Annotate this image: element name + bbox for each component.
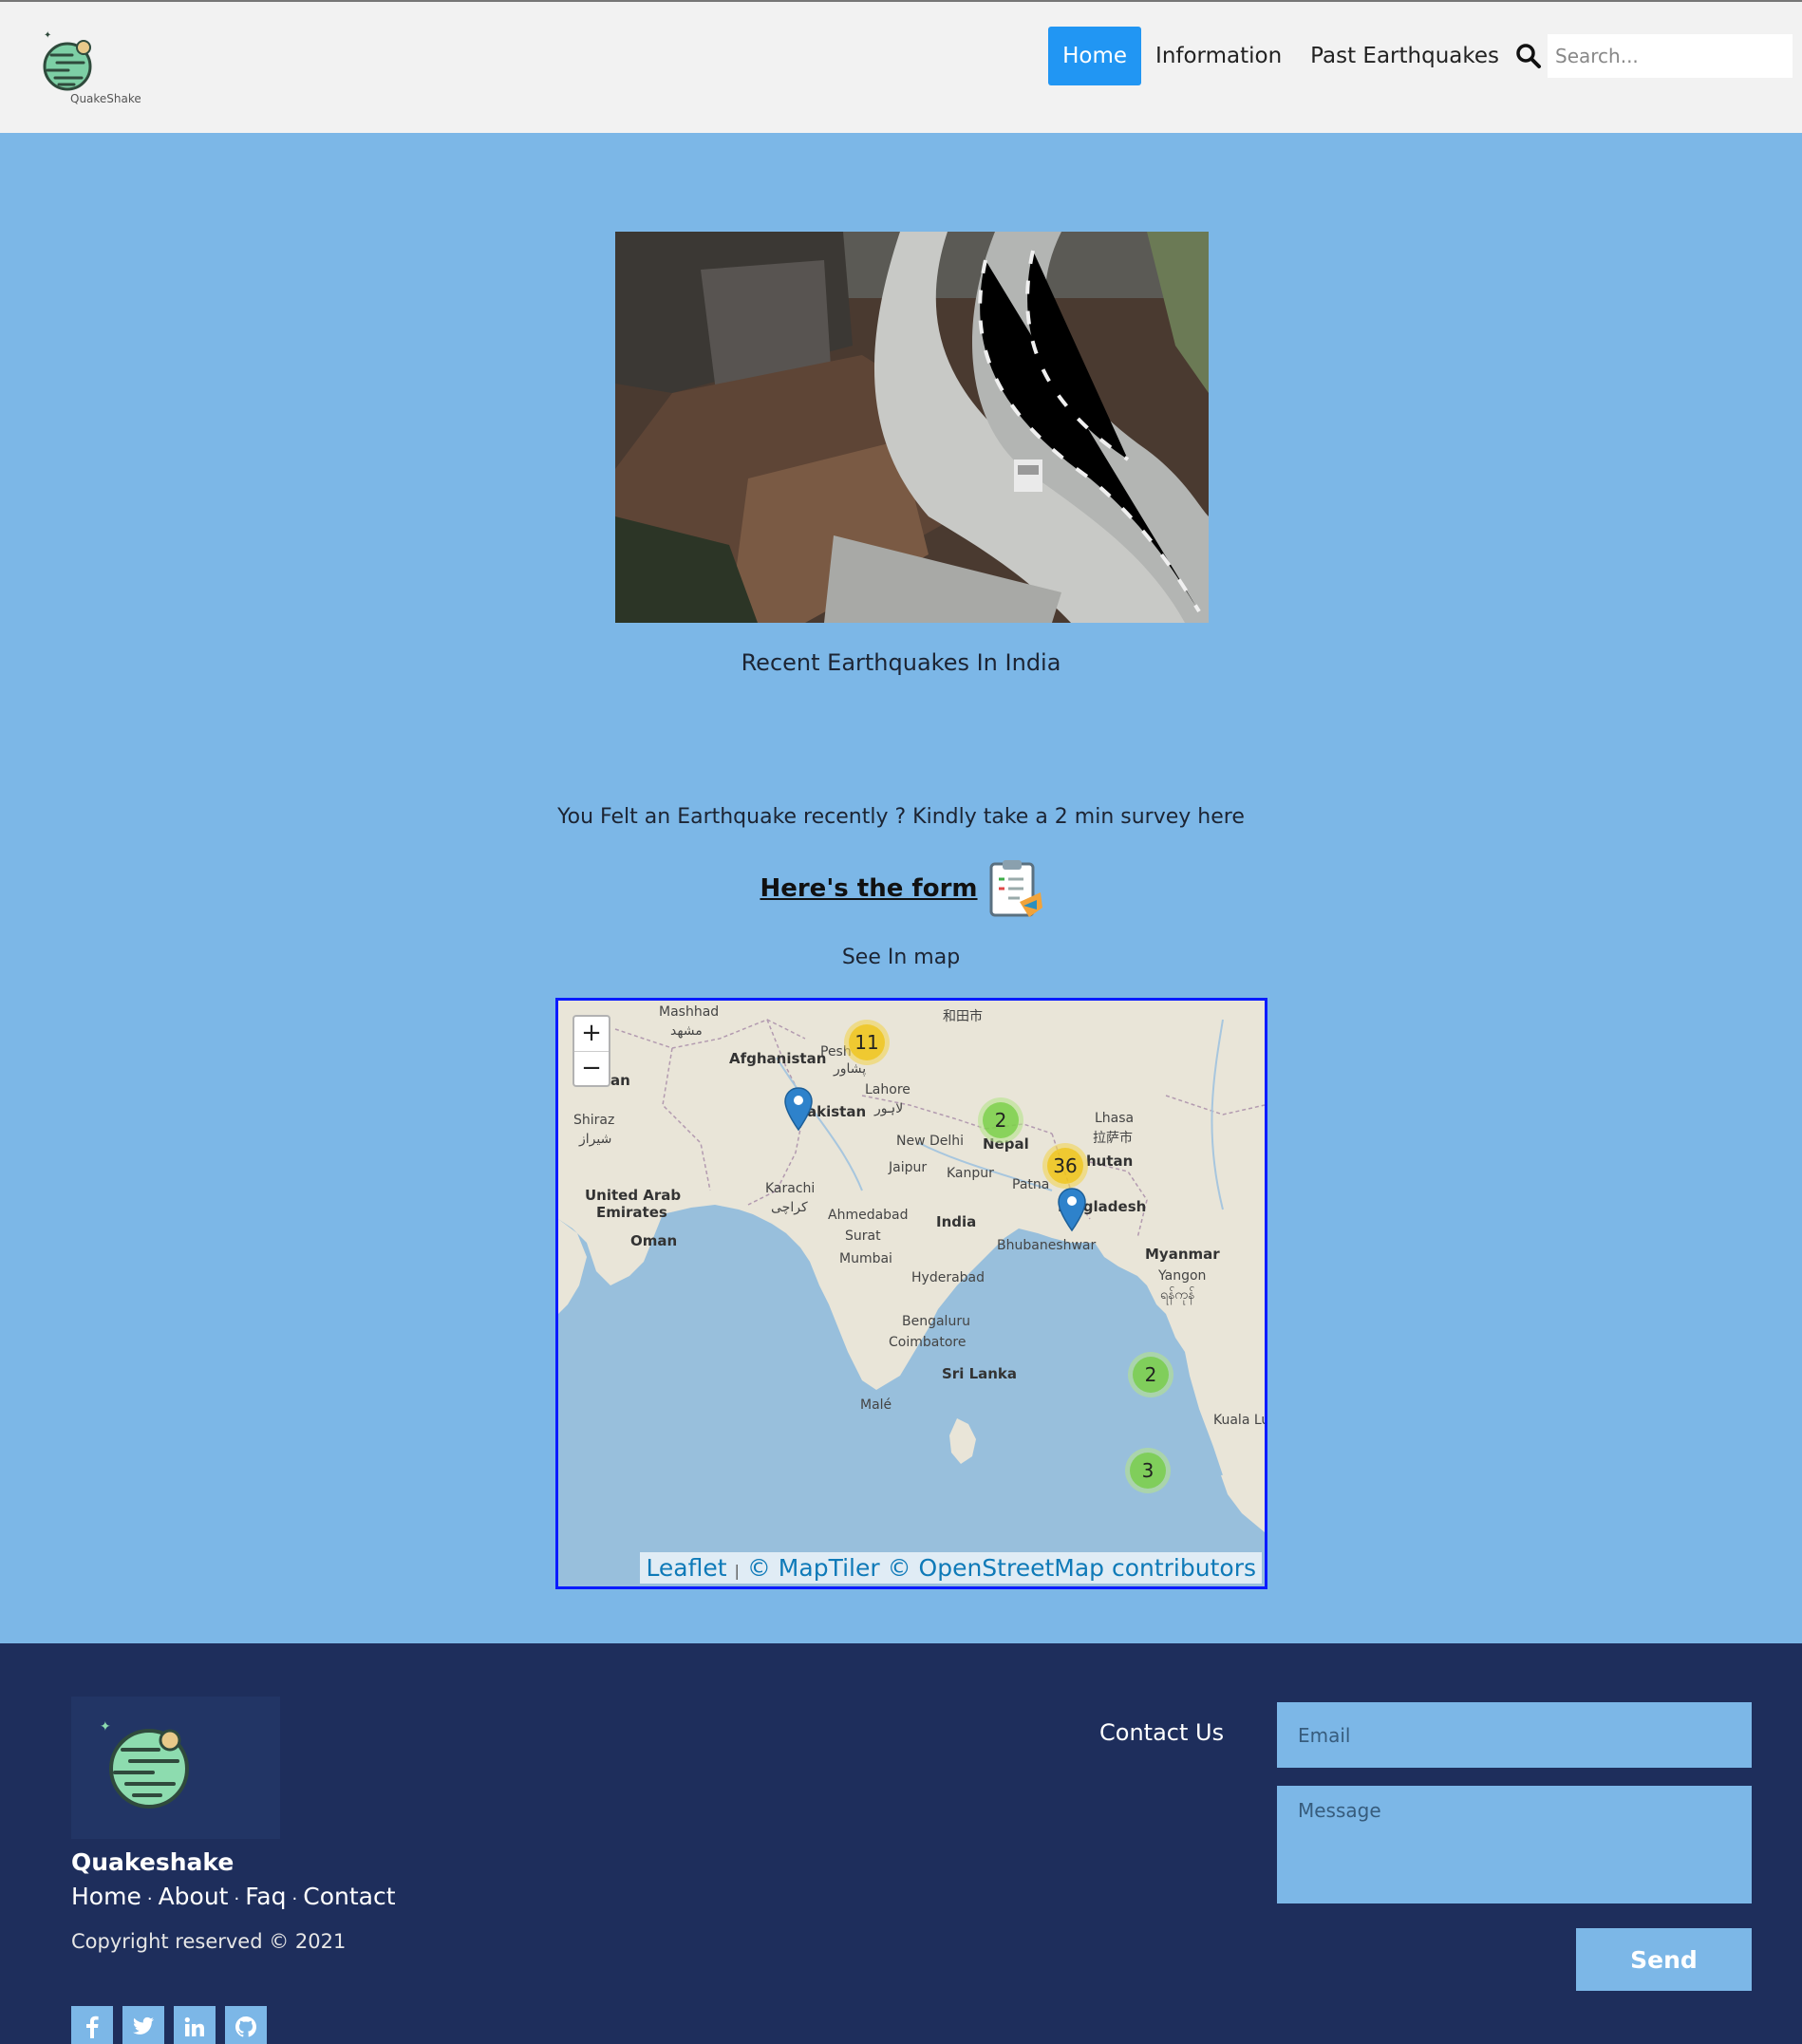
map-label: Lhasa [1095,1111,1135,1126]
map-label: Karachi [765,1181,816,1196]
map-label: Bhubaneshwar [997,1238,1097,1253]
survey-form-link[interactable]: Here's the form [760,874,977,903]
map-label: New Delhi [896,1134,965,1149]
zoom-control: + − [573,1015,610,1087]
quakeshake-logo[interactable]: ✦ QuakeShake [36,25,141,112]
map-label: Mashhad [659,1004,720,1020]
linkedin-icon[interactable] [174,2006,216,2044]
earthquake-map[interactable]: + − Mashhad مشهد 和田市 Afghanistan Pesh پش… [555,998,1267,1589]
map-label: Hyderabad [911,1270,985,1285]
send-button[interactable]: Send [1576,1928,1752,1991]
earthquake-hero-image [615,232,1209,623]
map-label: ရန်ကုန် [1160,1287,1195,1303]
contact-us-title: Contact Us [1099,1719,1225,1746]
map-label: Ahmedabad [828,1208,909,1223]
site-header: ✦ QuakeShake Home Information Past Earth… [0,2,1802,133]
map-label: Mumbai [839,1251,892,1266]
zoom-out-button[interactable]: − [574,1051,609,1085]
form-link-row: Here's the form [0,858,1802,919]
osm-link[interactable]: © OpenStreetMap contributors [888,1554,1256,1582]
map-label: مشهد [670,1023,703,1039]
github-icon[interactable] [225,2006,267,2044]
map-label: Afghanistan [729,1050,827,1067]
map-label: Jaipur [889,1160,928,1175]
search-box [1515,34,1793,78]
clipboard-icon[interactable] [987,858,1042,919]
see-in-map-label: See In map [841,946,961,969]
location-pin-icon[interactable] [783,1086,814,1132]
site-footer: ✦ Quakeshake Home · About · Faq · Contact Copy… [0,1643,1802,2044]
svg-text:QuakeShake: QuakeShake [70,92,141,105]
earthquake-cluster[interactable]: 11 [844,1020,890,1065]
survey-text: You Felt an Earthquake recently ? Kindly… [557,805,1245,829]
maptiler-link[interactable]: © MapTiler [747,1554,880,1582]
social-links [71,2006,267,2044]
map-label: Coimbatore [889,1335,967,1350]
footer-logo: ✦ [71,1697,280,1839]
zoom-in-button[interactable]: + [574,1017,609,1051]
map-label: akistan [807,1103,867,1120]
map-label: Patna [1012,1177,1050,1192]
map-label: Oman [630,1232,678,1249]
footer-links: Home · About · Faq · Contact [71,1883,396,1910]
map-label: United Arab [585,1187,682,1204]
map-label: Malé [860,1397,892,1413]
facebook-icon[interactable] [71,2006,113,2044]
footer-brand: Quakeshake [71,1848,235,1876]
map-label: شیراز [579,1132,612,1147]
earthquake-cluster[interactable]: 2 [978,1097,1023,1143]
search-input[interactable] [1548,34,1793,78]
map-label: Myanmar [1145,1246,1220,1263]
map-attribution: Leaflet | © MapTiler © OpenStreetMap con… [640,1552,1262,1584]
hero-caption: Recent Earthquakes In India [741,649,1061,676]
main-nav: Home Information Past Earthquakes [1048,27,1793,85]
footer-link-contact[interactable]: Contact [303,1883,395,1910]
location-pin-icon[interactable] [1057,1187,1087,1232]
twitter-icon[interactable] [122,2006,164,2044]
email-field[interactable] [1277,1702,1752,1768]
svg-text:✦: ✦ [100,1719,111,1735]
footer-link-faq[interactable]: Faq [245,1883,286,1910]
map-label: Surat [845,1228,881,1244]
map-label: کراچی [771,1200,808,1215]
earthquake-cluster[interactable]: 3 [1125,1448,1171,1493]
map-label: Lahore [865,1082,910,1097]
map-label: Yangon [1158,1268,1207,1284]
nav-information[interactable]: Information [1141,27,1296,85]
map-label: 和田市 [943,1009,983,1024]
map-label: Sri Lanka [942,1365,1018,1382]
map-label: hutan [1086,1153,1134,1170]
map-label: Kuala Lu [1213,1413,1267,1428]
map-label: 拉萨市 [1093,1131,1133,1146]
leaflet-link[interactable]: Leaflet [646,1554,726,1582]
svg-text:✦: ✦ [44,30,51,41]
map-label: Kanpur [947,1166,994,1181]
map-label: India [936,1213,977,1230]
map-base [558,1001,1265,1586]
message-field[interactable] [1277,1786,1752,1903]
nav-past-earthquakes[interactable]: Past Earthquakes [1296,27,1513,85]
copyright-text: Copyright reserved © 2021 [71,1930,347,1953]
map-label: Emirates [596,1204,667,1221]
earthquake-cluster[interactable]: 36 [1042,1143,1088,1189]
nav-home[interactable]: Home [1048,27,1142,85]
map-label: Shiraz [573,1113,615,1128]
map-label: Bengaluru [902,1314,970,1329]
footer-link-home[interactable]: Home [71,1883,141,1910]
map-label: an [610,1072,630,1089]
search-icon[interactable] [1515,43,1542,69]
earthquake-cluster[interactable]: 2 [1128,1352,1173,1397]
map-label: لاہور [874,1101,904,1116]
footer-link-about[interactable]: About [159,1883,229,1910]
